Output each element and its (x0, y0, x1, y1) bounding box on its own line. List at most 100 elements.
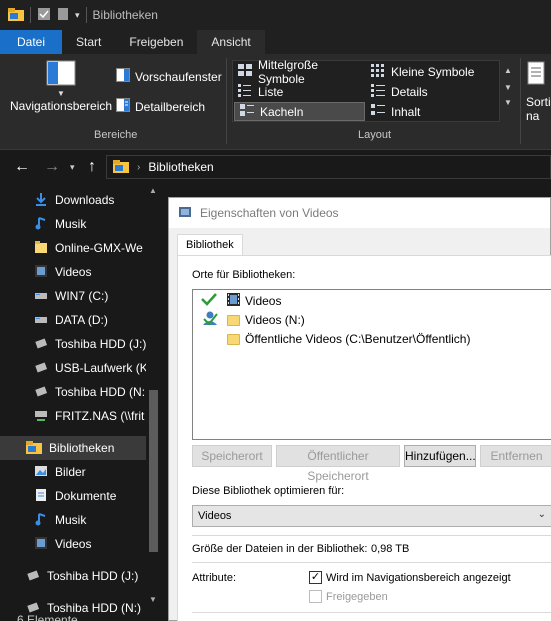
address-path[interactable]: Bibliotheken (148, 160, 213, 174)
status-bar-text: 6 Elemente (17, 613, 78, 621)
details-pane-button[interactable]: Detailbereich (116, 98, 205, 115)
folder-icon (227, 314, 240, 326)
sidebar-item[interactable]: Musik (0, 212, 146, 236)
list-item[interactable]: Videos (N:) (227, 311, 305, 329)
set-save-location-button[interactable]: Speicherort (192, 445, 272, 467)
sidebar-item[interactable]: Dokumente (0, 484, 146, 508)
small-icons-icon (370, 63, 386, 80)
navigation-pane-icon (46, 60, 76, 89)
preview-pane-button[interactable]: Vorschaufenster (116, 68, 222, 85)
download-icon (34, 192, 48, 209)
sidebar-item-label: USB-Laufwerk (K (55, 361, 146, 375)
sidebar-item-label: Videos (55, 265, 92, 279)
ribbon: Navigationsbereich ▼ Vorschaufenster Det… (0, 54, 551, 150)
layout-gallery-scroll[interactable]: ▲ ▼ ▼ (500, 60, 516, 122)
navigation-pane-button[interactable]: Navigationsbereich ▼ (10, 60, 112, 113)
sidebar-item[interactable]: WIN7 (C:) (0, 284, 146, 308)
sidebar-item[interactable]: Online-GMX-We (0, 236, 146, 260)
properties-icon[interactable] (37, 7, 51, 24)
navigation-pane: Downloads Musik Online-GMX-We Videos WIN7 (C… (0, 184, 162, 621)
list-item[interactable]: Videos (227, 292, 281, 310)
customize-qa-icon[interactable]: ▾ (75, 10, 80, 21)
tab-start[interactable]: Start (62, 30, 115, 54)
sidebar-item[interactable]: USB-Laufwerk (K (0, 356, 146, 380)
expand-gallery-icon[interactable]: ▼ (500, 98, 516, 107)
pictures-icon (34, 464, 48, 481)
scroll-down-icon[interactable]: ▼ (500, 83, 516, 92)
details-pane-label: Detailbereich (135, 99, 206, 114)
forward-arrow-icon[interactable]: → (44, 158, 60, 176)
documents-icon (34, 488, 48, 505)
sidebar-item[interactable]: Toshiba HDD (J:) (0, 332, 146, 356)
library-video-icon (178, 205, 194, 222)
music-icon (34, 512, 48, 529)
size-label: Größe der Dateien in der Bibliothek: (192, 543, 368, 555)
music-icon (34, 216, 48, 233)
layout-list[interactable]: Liste (233, 82, 366, 101)
back-arrow-icon[interactable]: ← (14, 158, 30, 176)
usb-drive-icon (26, 568, 40, 585)
address-box[interactable]: › Bibliotheken (106, 155, 551, 179)
sidebar-item[interactable]: Musik (0, 508, 146, 532)
details-pane-icon (116, 98, 130, 115)
tab-bibliothek[interactable]: Bibliothek (177, 234, 243, 256)
sidebar-item-label: Dokumente (55, 489, 117, 503)
sidebar-item[interactable]: Toshiba HDD (J:) (0, 564, 146, 588)
divider (192, 562, 551, 563)
breadcrumb-chevron-icon[interactable]: › (137, 162, 140, 173)
optimize-select[interactable]: Videos ⌄ (192, 505, 551, 527)
sidebar-item-label: Videos (55, 537, 92, 551)
shared-label: Freigegeben (326, 591, 388, 603)
layout-tiles[interactable]: Kacheln (234, 102, 365, 121)
layout-medium-icons[interactable]: Mittelgroße Symbole (233, 58, 366, 86)
folder-icon (8, 7, 24, 24)
sidebar-item[interactable]: Videos (0, 260, 146, 284)
bereiche-group-label: Bereiche (94, 129, 138, 141)
folder-icon (34, 240, 48, 257)
location-label: Videos (245, 294, 282, 308)
sidebar-item[interactable]: FRITZ.NAS (\\frit (0, 404, 146, 428)
sidebar-item-label: Online-GMX-We (55, 241, 143, 255)
scroll-down-icon[interactable]: ▼ (149, 595, 157, 604)
tab-datei[interactable]: Datei (0, 30, 63, 54)
locations-label: Orte für Bibliotheken: (192, 269, 296, 281)
add-button[interactable]: Hinzufügen... (404, 445, 476, 467)
sidebar-item-label: Toshiba HDD (N: (55, 385, 146, 399)
preview-pane-label: Vorschaufenster (135, 69, 222, 84)
attributes-label: Attribute: (192, 572, 237, 584)
sidebar-scrollbar[interactable]: ▲ ▼ (146, 184, 160, 621)
sidebar-item[interactable]: Videos (0, 532, 146, 556)
sidebar-item[interactable]: Bilder (0, 460, 146, 484)
list-item[interactable]: Öffentliche Videos (C:\Benutzer\Öffentli… (227, 330, 470, 348)
scroll-up-icon[interactable]: ▲ (149, 186, 157, 195)
scrollbar-thumb[interactable] (149, 390, 158, 552)
size-value: 0,98 TB (371, 543, 410, 555)
up-arrow-icon[interactable]: ↑ (88, 158, 96, 176)
set-public-save-location-button[interactable]: Öffentlicher Speicherort (276, 445, 400, 483)
shared-checkbox[interactable] (309, 590, 322, 603)
sidebar-item[interactable]: DATA (D:) (0, 308, 146, 332)
sort-label-line1: Sorti (526, 95, 551, 109)
layout-content[interactable]: Inhalt (366, 102, 499, 121)
drive-icon (34, 288, 48, 305)
scroll-up-icon[interactable]: ▲ (500, 66, 516, 75)
location-label: Videos (N:) (245, 313, 305, 327)
sidebar-item[interactable]: Bibliotheken (0, 436, 146, 460)
recent-locations-chevron-icon[interactable]: ▾ (70, 162, 75, 173)
remove-button[interactable]: Entfernen (480, 445, 551, 467)
sidebar-item-label: Musik (55, 217, 87, 231)
sidebar-item[interactable]: Downloads (0, 188, 146, 212)
layout-gallery: Mittelgroße Symbole Kleine Symbole Liste… (232, 58, 500, 122)
locations-list[interactable]: Videos Videos (N:) Öffentliche Videos (C… (192, 289, 551, 440)
tab-freigeben[interactable]: Freigeben (115, 30, 197, 54)
tab-ansicht[interactable]: Ansicht (197, 30, 265, 54)
window-title: Bibliotheken (92, 8, 158, 22)
sort-button[interactable]: Sorti na (526, 60, 551, 123)
layout-details[interactable]: Details (366, 82, 499, 101)
sort-icon (526, 61, 546, 89)
sidebar-item[interactable]: Toshiba HDD (N: (0, 380, 146, 404)
usb-drive-icon (34, 360, 48, 377)
new-folder-icon[interactable] (57, 7, 69, 24)
show-in-nav-checkbox[interactable]: ✓ (309, 571, 322, 584)
layout-small-icons[interactable]: Kleine Symbole (366, 62, 499, 81)
